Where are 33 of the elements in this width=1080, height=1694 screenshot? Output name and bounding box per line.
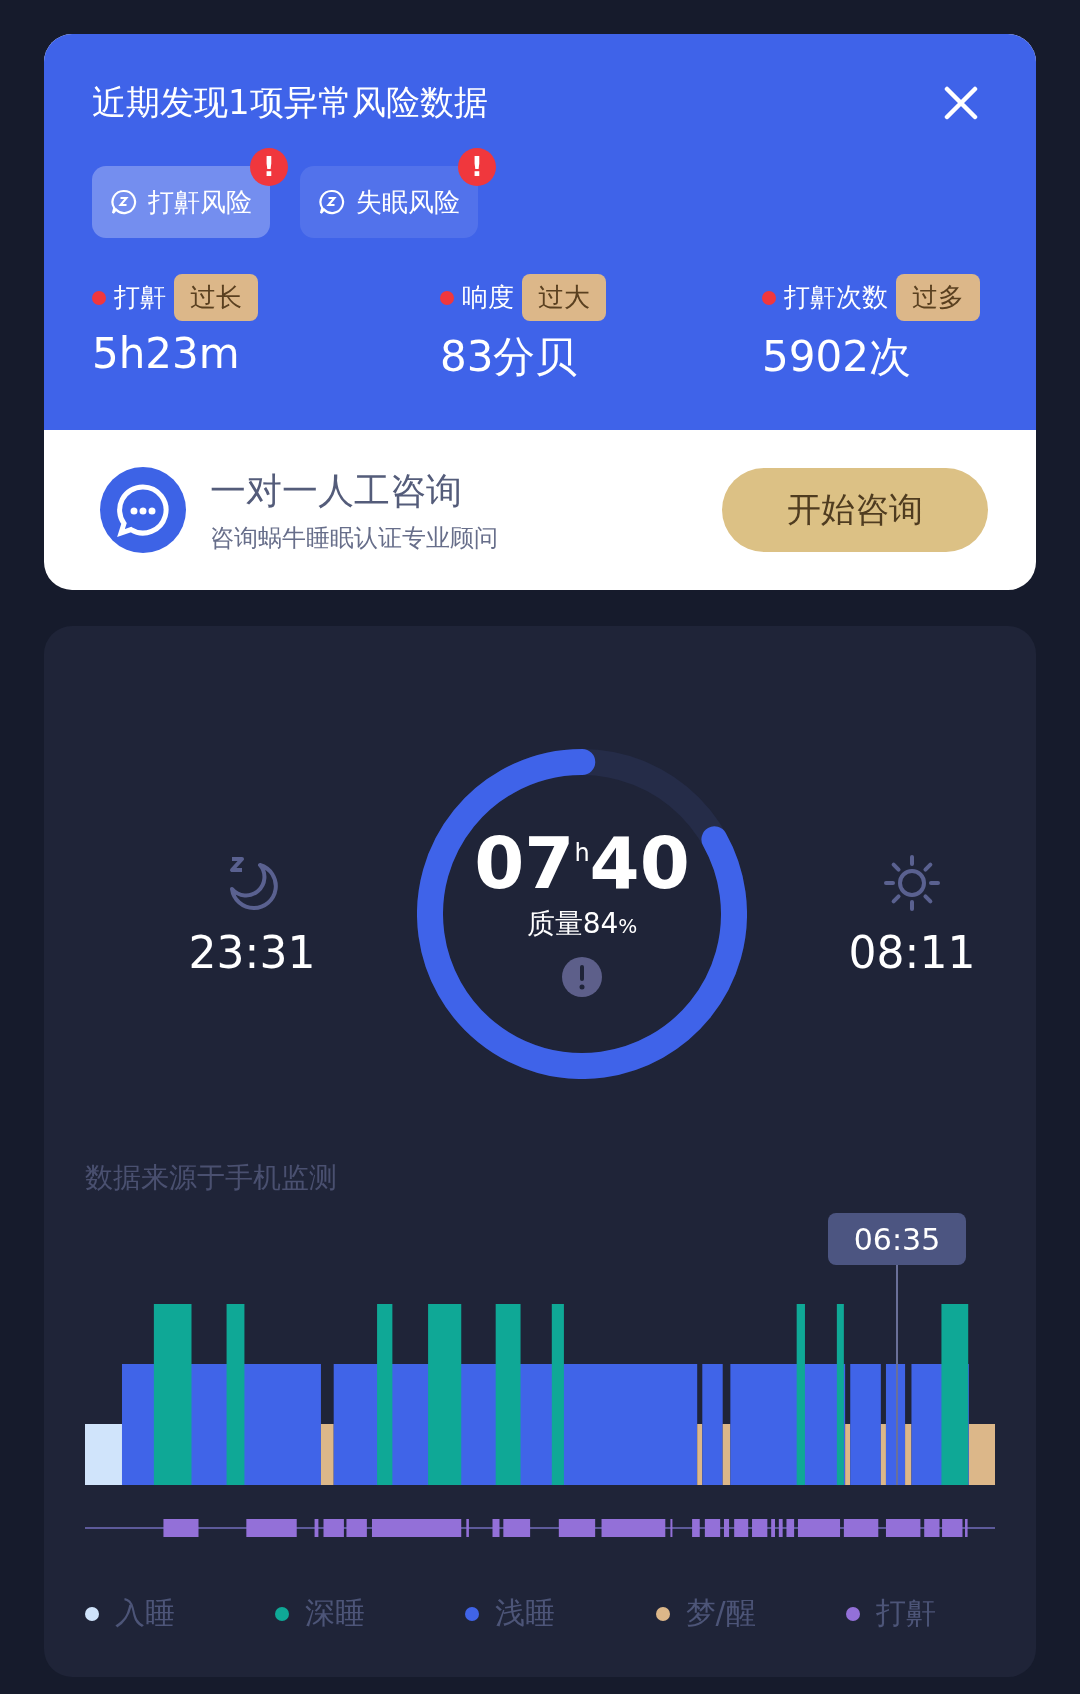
- snore-bubble-icon: [110, 188, 138, 216]
- alert-dot: [762, 290, 776, 305]
- legend-label: 入睡: [115, 1594, 175, 1632]
- close-icon[interactable]: [944, 86, 978, 120]
- legend-label: 梦/醒: [685, 1594, 756, 1632]
- sleep-quality: 质量84%: [526, 906, 638, 942]
- data-source-note: 数据来源于手机监测: [85, 1160, 338, 1196]
- legend-label: 浅睡: [495, 1594, 556, 1632]
- metric-value: 5902次: [762, 331, 912, 383]
- wake-time-text: 08:11: [848, 926, 976, 978]
- metric-label: 响度: [462, 281, 514, 314]
- alert-title: 近期发现1项异常风险数据: [92, 81, 488, 124]
- metric-value: 83分贝: [440, 331, 579, 383]
- warning-tag: 过大: [522, 274, 606, 321]
- snore-bubble-icon: [318, 188, 346, 216]
- legend-label: 打鼾: [875, 1594, 936, 1632]
- metric-label: 打鼾次数: [784, 281, 888, 314]
- alert-badge: !: [250, 148, 288, 186]
- metric-value: 5h23m: [92, 329, 241, 378]
- bedtime-text: 23:31: [188, 926, 316, 978]
- time-tooltip: 06:35: [828, 1213, 966, 1265]
- chat-icon: [100, 467, 186, 553]
- alert-badge: !: [458, 148, 496, 186]
- metric-label: 打鼾: [114, 281, 166, 314]
- alert-dot: [440, 290, 454, 305]
- consult-title: 一对一人工咨询: [210, 468, 463, 513]
- warning-tag: 过长: [174, 274, 258, 321]
- consult-subtitle: 咨询蜗牛睡眠认证专业顾问: [210, 522, 499, 554]
- start-consult-button[interactable]: 开始咨询: [722, 468, 988, 552]
- alert-dot: [92, 290, 106, 305]
- warning-tag: 过多: [896, 274, 980, 321]
- legend-label: 深睡: [305, 1594, 366, 1632]
- warning-icon[interactable]: [562, 957, 602, 997]
